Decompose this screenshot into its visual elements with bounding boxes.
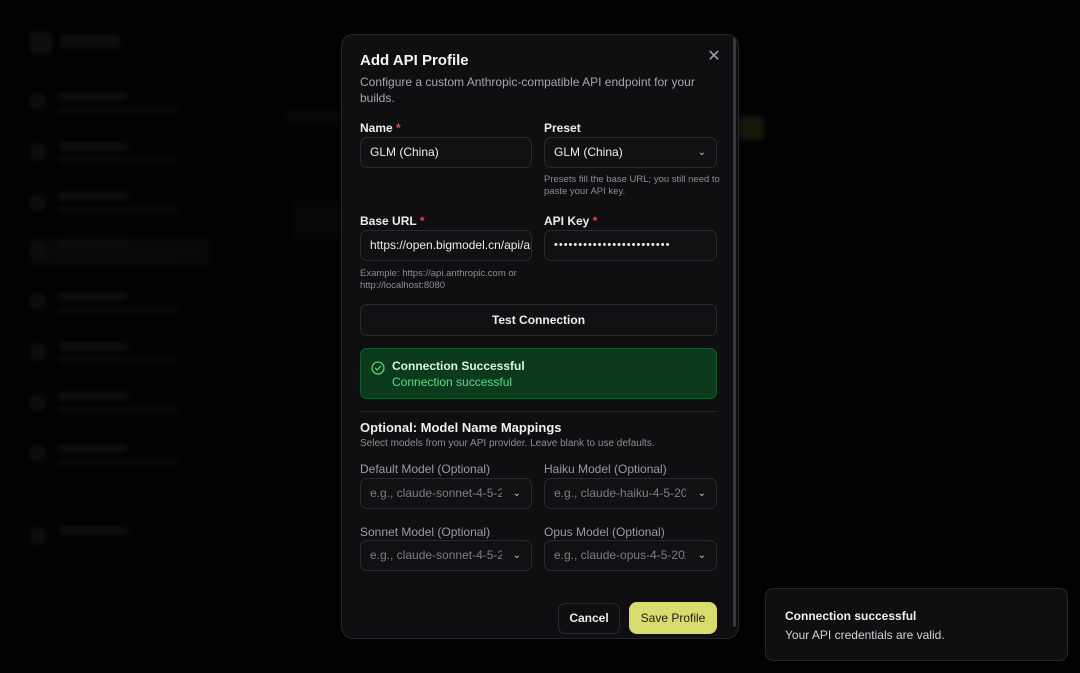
preset-select-value: GLM (China) bbox=[554, 145, 623, 159]
api-key-label: API Key * bbox=[544, 214, 598, 228]
test-connection-button[interactable]: Test Connection bbox=[360, 304, 717, 336]
toast-message: Your API credentials are valid. bbox=[785, 628, 945, 642]
preset-select[interactable]: GLM (China) ⌄ bbox=[544, 137, 717, 168]
dialog-scrollbar[interactable] bbox=[733, 37, 736, 627]
mappings-description: Select models from your API provider. Le… bbox=[360, 438, 655, 449]
opus-model-placeholder: e.g., claude-opus-4-5-20251101 bbox=[554, 548, 686, 562]
toast-notification[interactable]: Connection successful Your API credentia… bbox=[765, 588, 1068, 661]
sonnet-model-label: Sonnet Model (Optional) bbox=[360, 525, 491, 539]
section-divider bbox=[360, 411, 717, 412]
chevron-down-icon: ⌄ bbox=[697, 147, 706, 158]
name-input[interactable]: GLM (China) bbox=[360, 137, 532, 168]
toast-title: Connection successful bbox=[785, 609, 917, 623]
base-url-label: Base URL * bbox=[360, 214, 425, 228]
check-circle-icon bbox=[371, 361, 385, 375]
add-api-profile-dialog: ✕ Add API Profile Configure a custom Ant… bbox=[341, 34, 739, 639]
default-model-placeholder: e.g., claude-sonnet-4-5-20250929 bbox=[370, 486, 502, 500]
default-model-label: Default Model (Optional) bbox=[360, 462, 491, 476]
default-model-select[interactable]: e.g., claude-sonnet-4-5-20250929 ⌄ bbox=[360, 478, 532, 509]
connection-status-alert: Connection Successful Connection success… bbox=[360, 348, 717, 399]
mappings-title: Optional: Model Name Mappings bbox=[360, 420, 562, 435]
haiku-model-placeholder: e.g., claude-haiku-4-5-20251001 bbox=[554, 486, 686, 500]
preset-hint: Presets fill the base URL; you still nee… bbox=[544, 174, 720, 197]
sonnet-model-select[interactable]: e.g., claude-sonnet-4-5-20250929 ⌄ bbox=[360, 540, 532, 571]
dialog-title: Add API Profile bbox=[360, 52, 469, 69]
name-label: Name * bbox=[360, 121, 401, 135]
chevron-down-icon: ⌄ bbox=[697, 550, 706, 561]
base-url-input[interactable]: https://open.bigmodel.cn/api/anthropic bbox=[360, 230, 532, 261]
base-url-hint: Example: https://api.anthropic.com or ht… bbox=[360, 268, 517, 291]
chevron-down-icon: ⌄ bbox=[697, 488, 706, 499]
opus-model-select[interactable]: e.g., claude-opus-4-5-20251101 ⌄ bbox=[544, 540, 717, 571]
chevron-down-icon: ⌄ bbox=[512, 550, 521, 561]
haiku-model-select[interactable]: e.g., claude-haiku-4-5-20251001 ⌄ bbox=[544, 478, 717, 509]
cancel-button[interactable]: Cancel bbox=[558, 603, 620, 634]
chevron-down-icon: ⌄ bbox=[512, 488, 521, 499]
save-profile-button[interactable]: Save Profile bbox=[629, 602, 717, 634]
opus-model-label: Opus Model (Optional) bbox=[544, 525, 665, 539]
preset-label: Preset bbox=[544, 121, 581, 135]
status-message: Connection successful bbox=[392, 375, 513, 389]
dialog-description: Configure a custom Anthropic-compatible … bbox=[360, 75, 695, 105]
sonnet-model-placeholder: e.g., claude-sonnet-4-5-20250929 bbox=[370, 548, 502, 562]
close-icon[interactable]: ✕ bbox=[706, 49, 722, 65]
api-key-input[interactable]: •••••••••••••••••••••••• bbox=[544, 230, 717, 261]
haiku-model-label: Haiku Model (Optional) bbox=[544, 462, 667, 476]
status-title: Connection Successful bbox=[392, 359, 525, 373]
